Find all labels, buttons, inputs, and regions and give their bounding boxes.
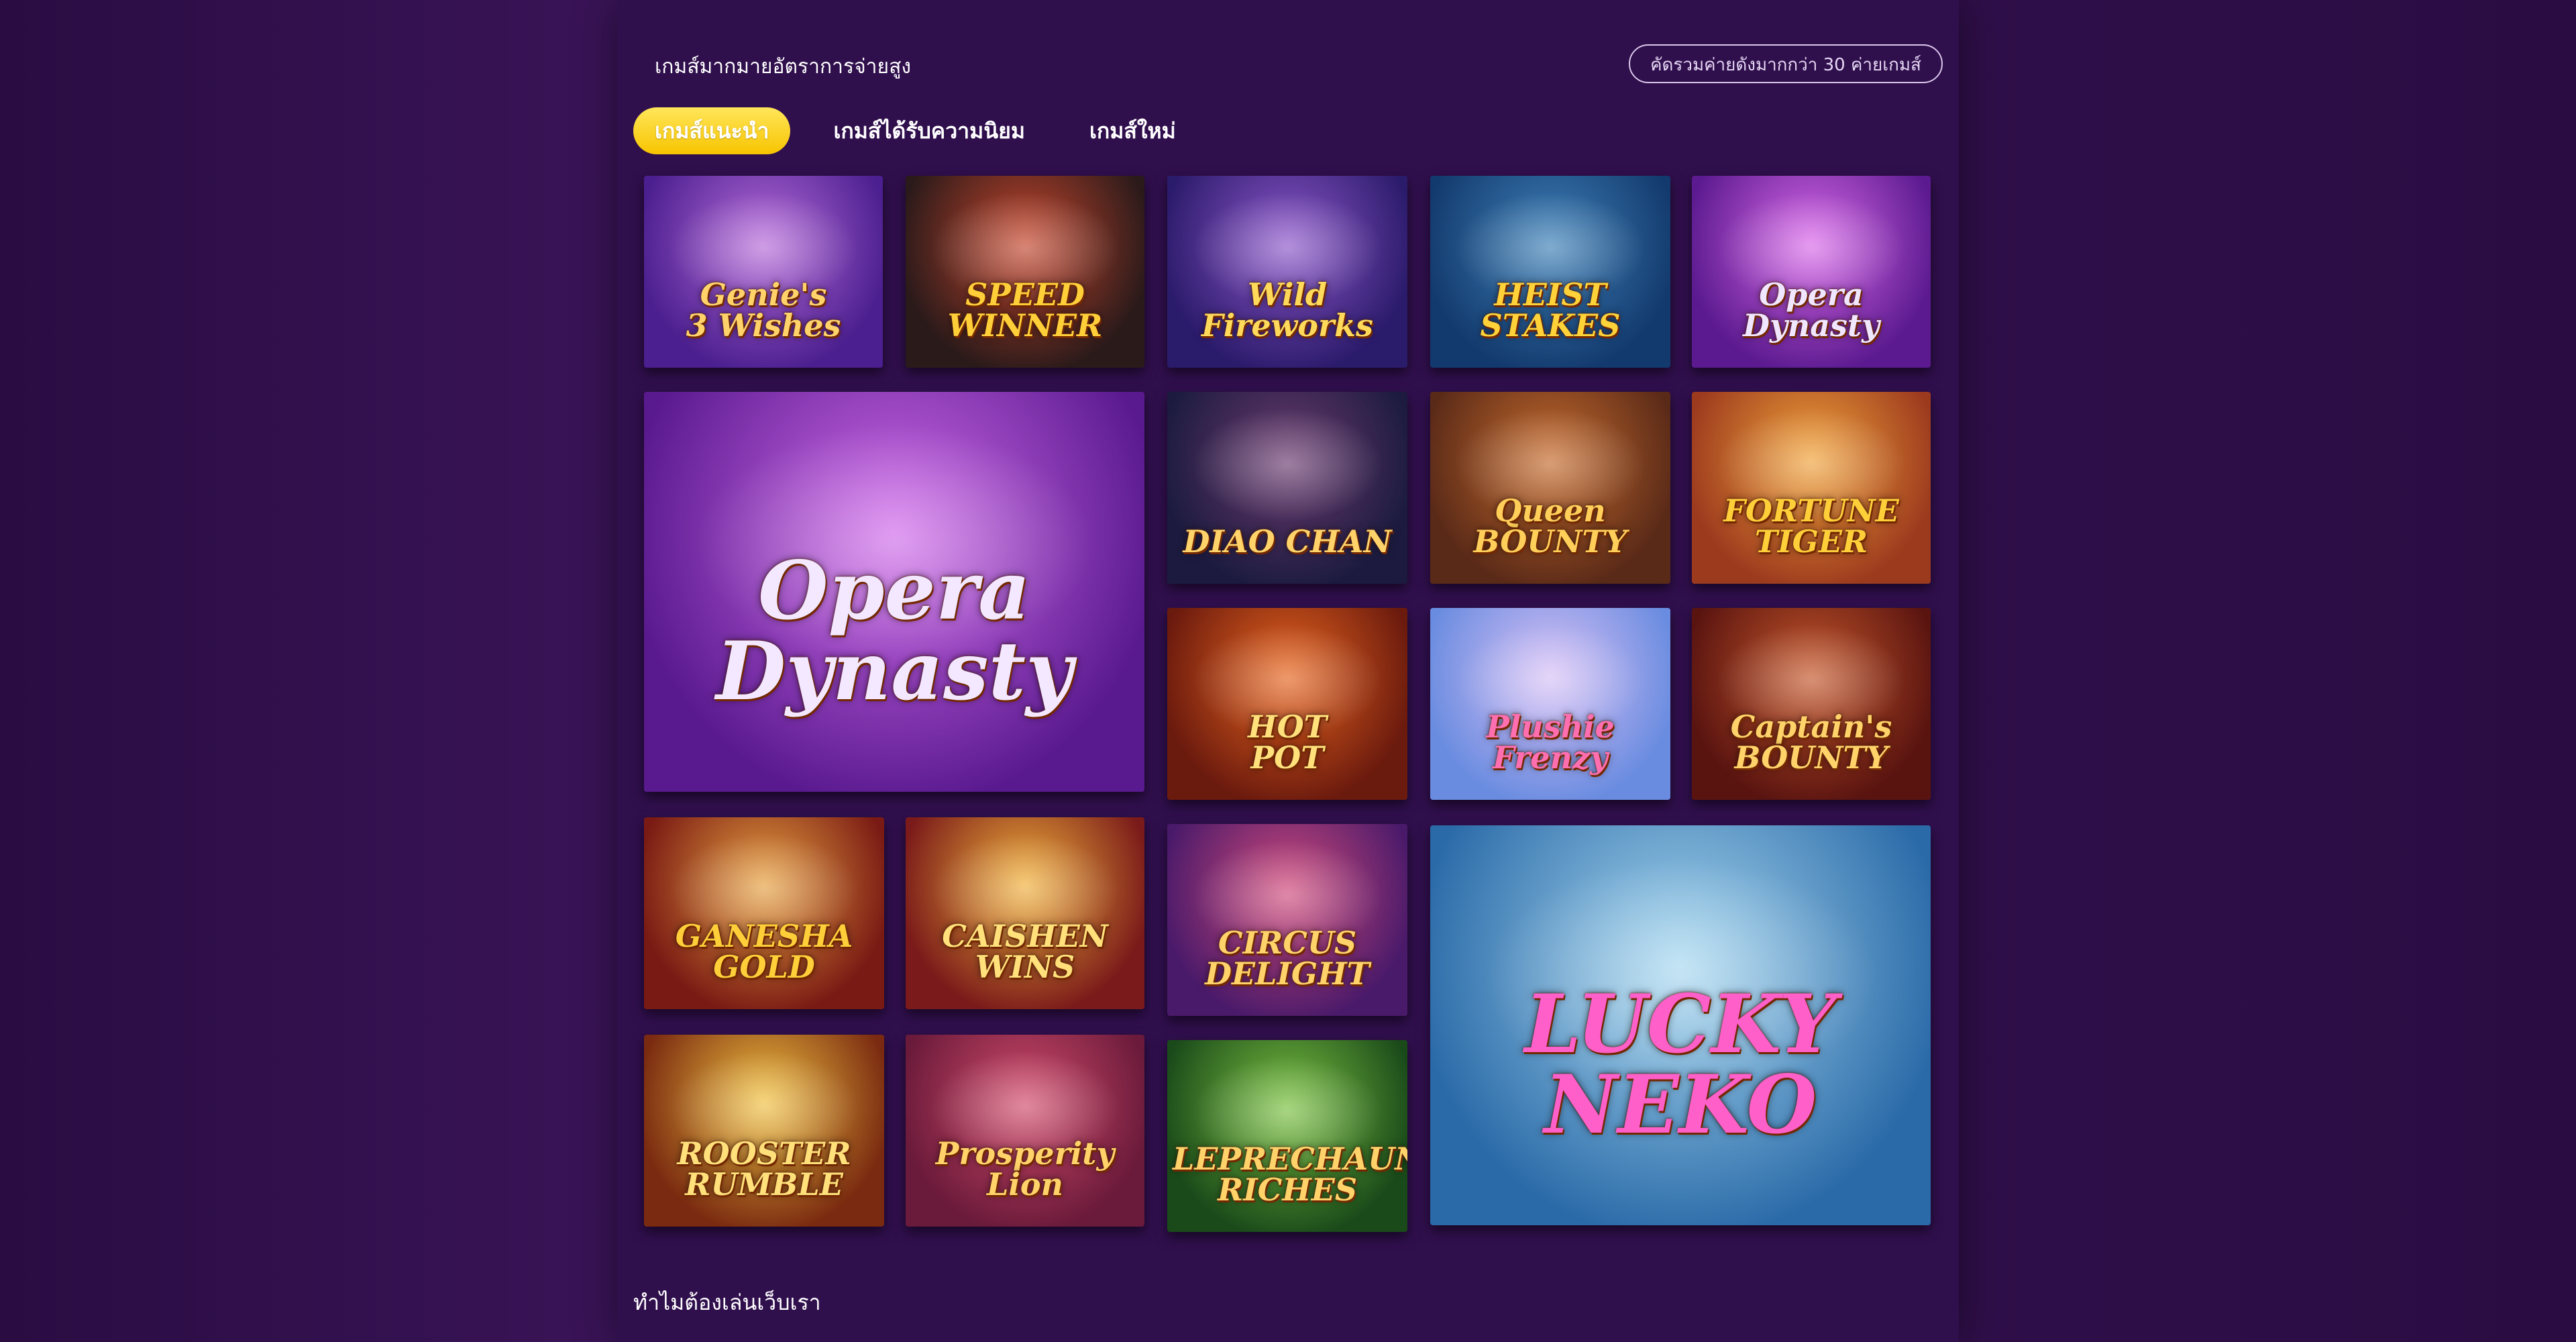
game-title: Queen BOUNTY (1473, 492, 1627, 560)
game-title: GANESHA GOLD (675, 917, 853, 985)
game-title: CIRCUS DELIGHT (1205, 924, 1370, 992)
game-tile-diao-chan[interactable]: DIAO CHAN (1167, 392, 1407, 584)
tab-popular[interactable]: เกมส์ได้รับความนิยม (812, 107, 1046, 154)
featured-tile-lucky-neko[interactable]: LUCKY NEKO (1430, 825, 1931, 1225)
game-title: LEPRECHAUN RICHES (1173, 1140, 1407, 1208)
game-tile-hot-pot[interactable]: HOT POT (1167, 608, 1407, 800)
game-tile-prosperity-lion[interactable]: Prosperity Lion (906, 1035, 1144, 1227)
game-tile-speed-winner[interactable]: SPEED WINNER (906, 176, 1144, 368)
game-title: FORTUNE TIGER (1723, 492, 1899, 560)
game-tile-ganesha-gold[interactable]: GANESHA GOLD (644, 817, 884, 1009)
game-tile-wild-fireworks[interactable]: Wild Fireworks (1167, 176, 1407, 368)
game-tile-circus-delight[interactable]: CIRCUS DELIGHT (1167, 824, 1407, 1016)
game-title: Captain's BOUNTY (1730, 708, 1892, 776)
game-title: HEIST STAKES (1480, 276, 1621, 344)
tab-recommended[interactable]: เกมส์แนะนำ (633, 107, 791, 154)
game-tile-opera-dynasty[interactable]: Opera Dynasty (1692, 176, 1931, 368)
providers-badge[interactable]: คัดรวมค่ายดังมากกว่า 30 ค่ายเกมส์ (1629, 44, 1943, 83)
why-play-heading: ทำไมต้องเล่นเว็บเรา (633, 1290, 821, 1315)
game-title: Wild Fireworks (1201, 276, 1373, 344)
featured-tile-opera-dynasty[interactable]: Opera Dynasty (644, 392, 1144, 792)
game-title: LUCKY NEKO (1524, 976, 1837, 1152)
game-tile-captains-bounty[interactable]: Captain's BOUNTY (1692, 608, 1931, 800)
game-tile-fortune-tiger[interactable]: FORTUNE TIGER (1692, 392, 1931, 584)
game-title: Genie's 3 Wishes (686, 276, 841, 344)
game-tile-genies-3-wishes[interactable]: Genie's 3 Wishes (644, 176, 883, 368)
game-title: Plushie Frenzy (1486, 708, 1615, 776)
section-title: เกมส์มากมายอัตราการจ่ายสูง (655, 55, 912, 79)
game-title: Opera Dynasty (716, 543, 1073, 719)
game-tile-rooster-rumble[interactable]: ROOSTER RUMBLE (644, 1035, 884, 1227)
main-panel: เกมส์มากมายอัตราการจ่ายสูง คัดรวมค่ายดัง… (617, 0, 1959, 1342)
game-tabs: เกมส์แนะนำ เกมส์ได้รับความนิยม เกมส์ใหม่ (633, 107, 1219, 154)
game-title: DIAO CHAN (1183, 523, 1392, 560)
game-tile-leprechaun-riches[interactable]: LEPRECHAUN RICHES (1167, 1040, 1407, 1232)
game-title: SPEED WINNER (947, 276, 1103, 344)
game-tile-heist-stakes[interactable]: HEIST STAKES (1430, 176, 1670, 368)
game-title: HOT POT (1248, 708, 1327, 776)
game-tile-plushie-frenzy[interactable]: Plushie Frenzy (1430, 608, 1670, 800)
tab-new[interactable]: เกมส์ใหม่ (1068, 107, 1197, 154)
game-title: Opera Dynasty (1743, 276, 1880, 344)
game-title: ROOSTER RUMBLE (677, 1135, 851, 1202)
game-tile-caishen-wins[interactable]: CAISHEN WINS (906, 817, 1144, 1009)
game-title: CAISHEN WINS (942, 917, 1108, 985)
game-tile-queen-bounty[interactable]: Queen BOUNTY (1430, 392, 1670, 584)
game-title: Prosperity Lion (935, 1135, 1115, 1202)
